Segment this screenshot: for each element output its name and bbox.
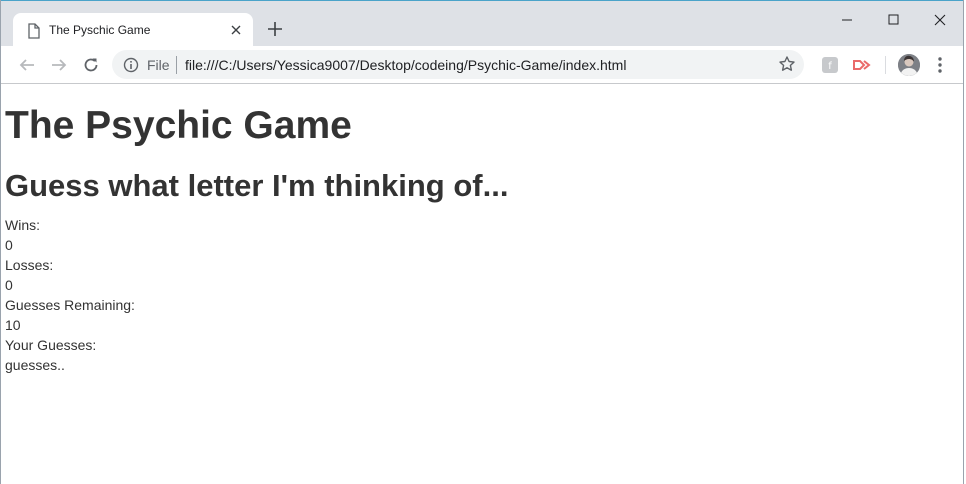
- guesses-label: Your Guesses:: [5, 337, 97, 353]
- reload-icon[interactable]: [80, 54, 102, 76]
- info-icon[interactable]: [123, 57, 139, 73]
- svg-text:f: f: [828, 61, 832, 72]
- extension-icon[interactable]: f: [821, 56, 839, 74]
- file-icon: [27, 23, 41, 39]
- avatar[interactable]: [898, 54, 920, 76]
- tab-active[interactable]: The Pyschic Game: [13, 13, 253, 47]
- close-icon[interactable]: [227, 21, 245, 39]
- plus-icon[interactable]: [265, 19, 285, 39]
- guesses-value: guesses..: [5, 357, 65, 373]
- address-bar[interactable]: File file:///C:/Users/Yessica9007/Deskto…: [112, 50, 804, 79]
- extension-icon[interactable]: [852, 56, 871, 74]
- page-content: The Psychic Game Guess what letter I'm t…: [5, 84, 963, 484]
- wins-label: Wins:: [5, 217, 40, 233]
- toolbar-separator: [885, 56, 886, 74]
- star-icon[interactable]: [778, 55, 796, 73]
- maximize-icon[interactable]: [871, 9, 917, 31]
- minimize-icon[interactable]: [825, 9, 871, 31]
- losses-label: Losses:: [5, 257, 54, 273]
- browser-window: The Pyschic Game File file:///C:/Users/Y…: [0, 0, 964, 484]
- wins-value: 0: [5, 237, 13, 253]
- window-close-icon[interactable]: [917, 9, 963, 31]
- tab-title: The Pyschic Game: [49, 23, 151, 37]
- toolbar: File file:///C:/Users/Yessica9007/Deskto…: [1, 46, 963, 84]
- forward-arrow-icon[interactable]: [48, 54, 70, 76]
- losses-value: 0: [5, 277, 13, 293]
- menu-dots-icon[interactable]: [934, 55, 946, 75]
- url-text[interactable]: file:///C:/Users/Yessica9007/Desktop/cod…: [185, 57, 626, 73]
- remaining-label: Guesses Remaining:: [5, 297, 135, 313]
- remaining-value: 10: [5, 317, 21, 333]
- page-title: The Psychic Game: [5, 104, 352, 147]
- omnibox-separator: [176, 56, 177, 74]
- back-arrow-icon[interactable]: [16, 54, 38, 76]
- tab-strip: The Pyschic Game: [1, 0, 963, 47]
- stats-panel: Wins: 0 Losses: 0 Guesses Remaining: 10 …: [5, 215, 135, 375]
- page-subtitle: Guess what letter I'm thinking of...: [5, 168, 509, 203]
- scheme-label: File: [147, 57, 170, 73]
